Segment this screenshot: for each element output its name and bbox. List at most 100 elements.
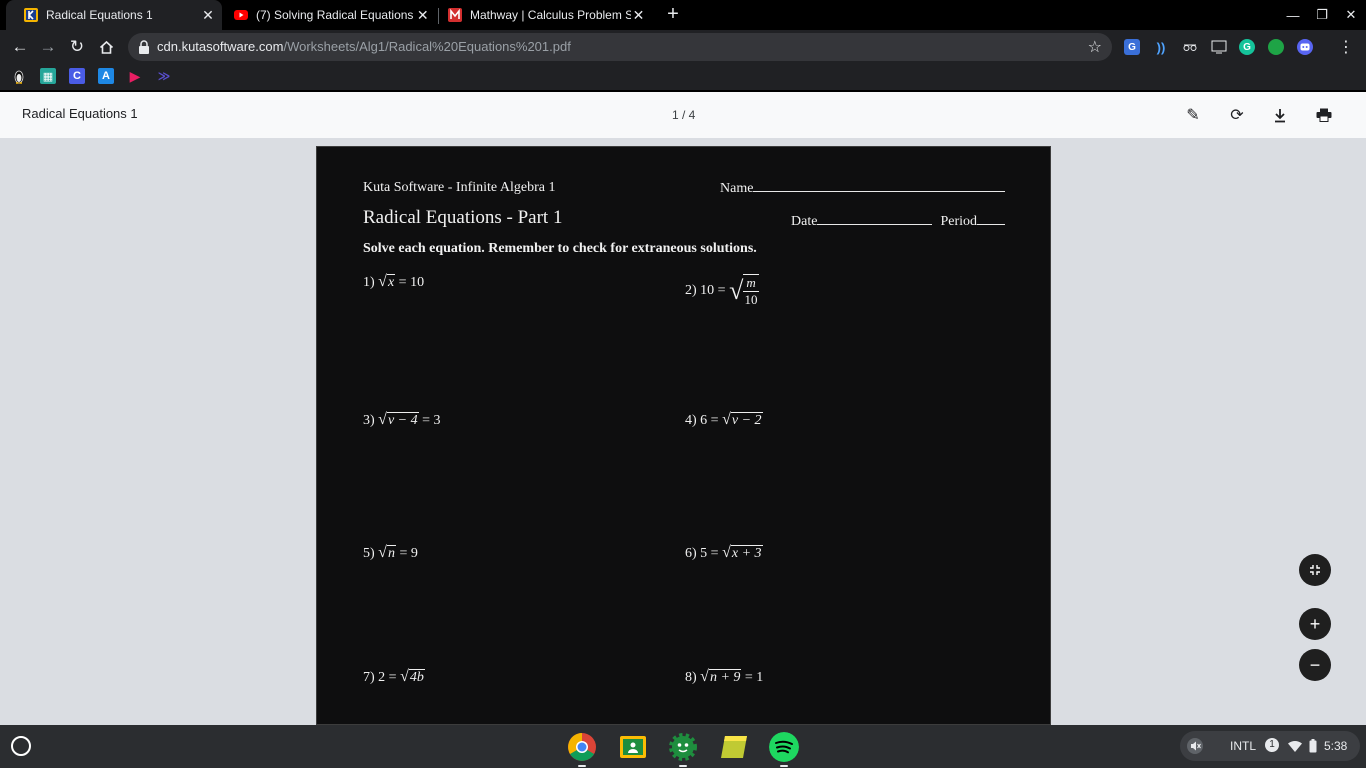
- running-indicator: [578, 765, 586, 767]
- radicand: x: [386, 274, 396, 290]
- screen: Radical Equations 1 ✕ (7) Solving Radica…: [0, 0, 1366, 768]
- tab-separator: [438, 8, 439, 24]
- tab-title: Radical Equations 1: [46, 8, 153, 22]
- radical: √n: [378, 544, 396, 561]
- youtube-icon: [234, 10, 248, 20]
- classroom-app-icon[interactable]: [618, 732, 648, 762]
- restore-icon[interactable]: ❐: [1308, 0, 1336, 30]
- menu-dots-icon[interactable]: ⋮: [1338, 37, 1354, 57]
- radical: √n + 9: [700, 668, 742, 685]
- new-tab-button[interactable]: +: [662, 4, 684, 26]
- problem-number: 7): [363, 670, 375, 685]
- date-line: [817, 213, 933, 225]
- problem-3: 3) √v − 4 = 3: [363, 411, 441, 429]
- clock-time: 5:38: [1324, 739, 1348, 753]
- translate-extension-icon[interactable]: G: [1124, 39, 1140, 55]
- reload-icon[interactable]: ↻: [64, 34, 90, 60]
- forward-icon[interactable]: →: [35, 34, 61, 60]
- equation-rhs: = 3: [422, 413, 441, 428]
- chrome-app-icon[interactable]: [567, 732, 597, 762]
- pdf-title: Radical Equations 1: [22, 106, 138, 121]
- radical: √x + 3: [722, 544, 763, 561]
- audio-extension-icon[interactable]: )): [1153, 39, 1169, 55]
- fit-page-button[interactable]: [1299, 554, 1331, 586]
- play-bookmark-icon[interactable]: ▶: [127, 68, 143, 84]
- mathway-icon: [448, 8, 462, 22]
- radical: √x: [378, 273, 396, 290]
- url-path: /Worksheets/Alg1/Radical%20Equations%201…: [283, 39, 571, 54]
- spotify-app-icon[interactable]: [769, 732, 799, 762]
- grammarly-extension-icon[interactable]: G: [1239, 39, 1255, 55]
- linux-penguin-icon[interactable]: [11, 68, 27, 84]
- equation-rhs: = 1: [744, 670, 764, 685]
- classroom-bookmark-icon[interactable]: ▦: [40, 68, 56, 84]
- date-label: Date: [791, 214, 818, 229]
- tab-mathway[interactable]: Mathway | Calculus Problem Sol ✕: [440, 0, 652, 30]
- cast-extension-icon[interactable]: [1211, 39, 1227, 55]
- status-tray[interactable]: INTL 1 5:38: [1180, 731, 1360, 761]
- problem-8: 8) √n + 9 = 1: [685, 668, 763, 686]
- close-icon[interactable]: ✕: [631, 7, 646, 23]
- bookmarks-bar: ▦ C A ▶ ≫: [0, 63, 1366, 90]
- radicand: 4b: [408, 669, 425, 685]
- minimize-icon[interactable]: —: [1279, 0, 1307, 30]
- problem-7: 7) 2 = √4b: [363, 668, 425, 686]
- problem-2: 2) 10 = √ m 10: [685, 274, 759, 308]
- back-icon[interactable]: ←: [7, 34, 33, 60]
- download-icon[interactable]: [1269, 104, 1291, 126]
- pdf-toolbar: Radical Equations 1 1 / 4 ✎ ⟳: [0, 92, 1366, 138]
- tab-youtube[interactable]: (7) Solving Radical Equations - Y ✕: [226, 0, 436, 30]
- keyboard-layout: INTL: [1230, 739, 1257, 753]
- name-field: Name: [720, 180, 1006, 197]
- home-icon[interactable]: [93, 34, 119, 60]
- spy-extension-icon[interactable]: [1182, 39, 1198, 55]
- date-period-field: Date Period: [791, 213, 1005, 230]
- close-icon[interactable]: ✕: [200, 7, 216, 23]
- discord-extension-icon[interactable]: [1297, 39, 1313, 55]
- window-close-icon[interactable]: ✕: [1337, 0, 1365, 30]
- radicand: v − 2: [730, 412, 763, 428]
- problem-number: 5): [363, 546, 375, 561]
- settings-gear-app-icon[interactable]: [668, 732, 698, 762]
- zoom-in-button[interactable]: +: [1299, 608, 1331, 640]
- green-extension-icon[interactable]: [1268, 39, 1284, 55]
- problem-number: 8): [685, 670, 697, 685]
- a-bookmark-icon[interactable]: A: [98, 68, 114, 84]
- plus-icon: +: [1309, 613, 1321, 634]
- tab-radical-equations[interactable]: Radical Equations 1 ✕: [6, 0, 222, 30]
- problem-6: 6) 5 = √x + 3: [685, 544, 763, 562]
- name-line: [753, 180, 1006, 192]
- period-line: [977, 213, 1005, 225]
- name-label: Name: [720, 181, 754, 196]
- close-icon[interactable]: ✕: [415, 7, 430, 23]
- pen-icon[interactable]: ✎: [1182, 104, 1204, 126]
- running-indicator: [780, 765, 788, 767]
- fraction-denominator: 10: [744, 292, 758, 307]
- print-icon[interactable]: [1313, 104, 1335, 126]
- mute-icon: [1187, 738, 1203, 754]
- problem-number: 2): [685, 283, 697, 298]
- bookmark-star-icon[interactable]: ☆: [1088, 37, 1102, 57]
- launcher-icon[interactable]: [11, 736, 31, 756]
- running-indicator: [679, 765, 687, 767]
- problem-5: 5) √n = 9: [363, 544, 418, 562]
- fit-page-icon: [1310, 565, 1320, 575]
- zoom-out-button[interactable]: −: [1299, 649, 1331, 681]
- c-bookmark-icon[interactable]: C: [69, 68, 85, 84]
- rotate-icon[interactable]: ⟳: [1226, 104, 1248, 126]
- page-indicator[interactable]: 1 / 4: [672, 108, 695, 122]
- tab-strip: Radical Equations 1 ✕ (7) Solving Radica…: [0, 0, 1366, 30]
- notification-badge: 1: [1265, 738, 1279, 752]
- radicand: n: [386, 545, 396, 561]
- radical: √v − 4: [378, 411, 419, 428]
- radical-sign: √: [729, 276, 744, 305]
- tab-title: (7) Solving Radical Equations - Y: [256, 8, 416, 22]
- problem-1: 1) √x = 10: [363, 273, 424, 291]
- address-bar[interactable]: cdn.kutasoftware.com/Worksheets/Alg1/Rad…: [128, 33, 1112, 61]
- publisher-line: Kuta Software - Infinite Algebra 1: [363, 180, 556, 195]
- battery-icon: [1309, 739, 1317, 753]
- radical: √4b: [400, 668, 425, 685]
- notes-app-icon[interactable]: [719, 732, 749, 762]
- zoom-bookmark-icon[interactable]: ≫: [156, 68, 172, 84]
- problem-number: 1): [363, 275, 375, 290]
